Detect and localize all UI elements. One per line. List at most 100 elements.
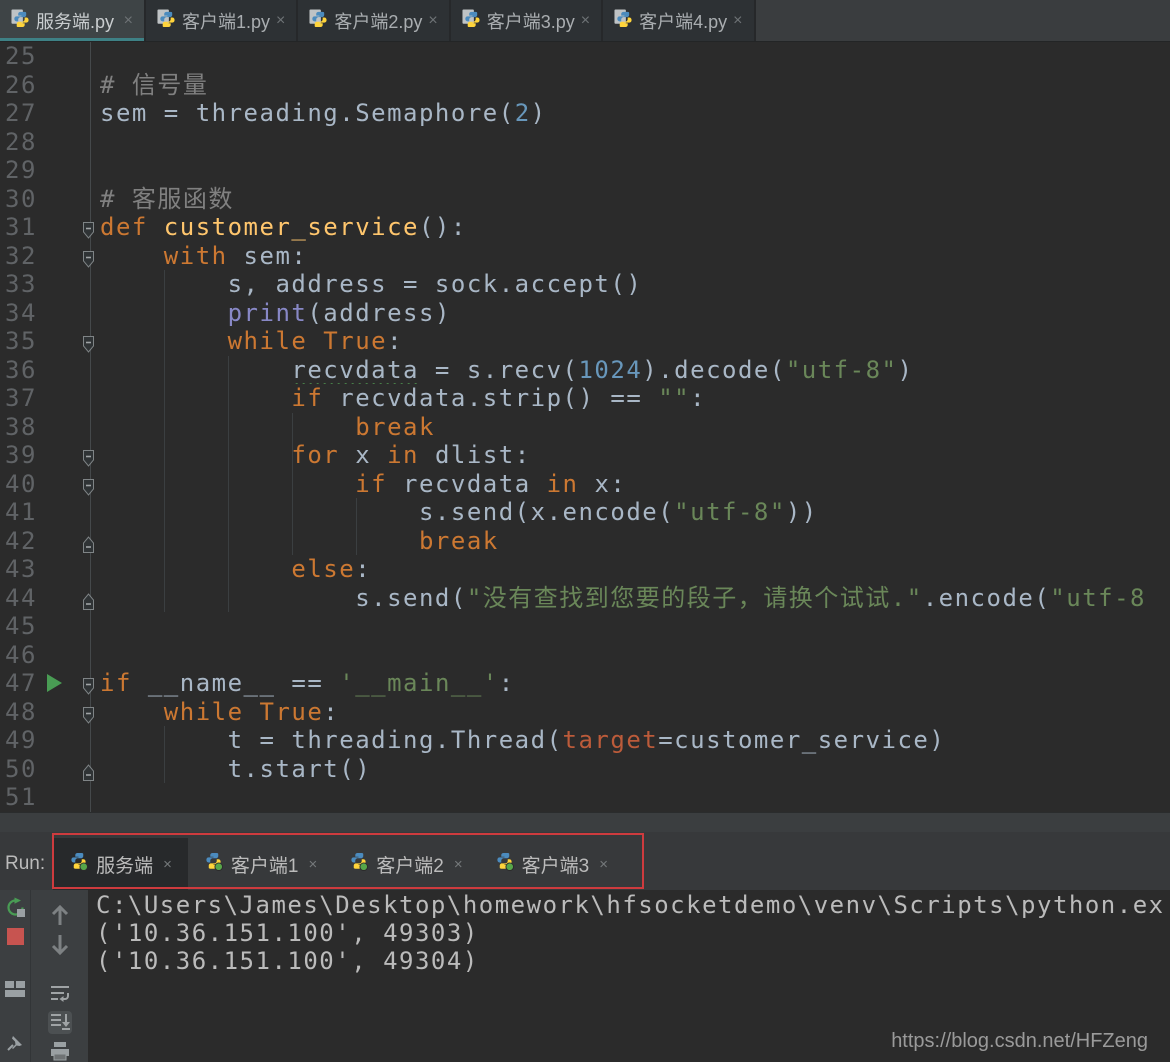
fold-start-icon[interactable] [81, 218, 96, 237]
editor-tab[interactable]: 客户端4.py × [603, 0, 755, 41]
close-icon[interactable]: × [599, 856, 608, 873]
code-line[interactable]: 29 [0, 156, 1170, 185]
code-line[interactable]: 26# 信号量 [0, 71, 1170, 100]
code-line[interactable]: 35 while True: [0, 327, 1170, 356]
run-tab-label: 客户端1 [231, 851, 299, 878]
close-icon[interactable]: × [733, 12, 742, 30]
code-line[interactable]: 45 [0, 612, 1170, 641]
ide-window: 服务端.py×客户端1.py×客户端2.py×客户端3.py×客户端4.py× … [0, 0, 1170, 1062]
editor-tab[interactable]: 服务端.py × [0, 0, 146, 41]
code-line[interactable]: 34 print(address) [0, 299, 1170, 328]
python-run-icon [69, 852, 88, 877]
fold-start-icon[interactable] [81, 446, 96, 465]
editor-tab-label: 客户端1.py [182, 8, 270, 34]
code-line[interactable]: 49 t = threading.Thread(target=customer_… [0, 726, 1170, 755]
indent-guide [164, 726, 165, 783]
run-line-icon[interactable] [44, 672, 64, 694]
scroll-to-end-icon[interactable] [48, 1011, 72, 1033]
line-number: 30 [0, 185, 56, 214]
code-line[interactable]: 47if __name__ == '__main__': [0, 669, 1170, 698]
code-line[interactable]: 46 [0, 641, 1170, 670]
editor-tab[interactable]: 客户端3.py× [451, 0, 603, 41]
down-arrow-icon[interactable] [48, 933, 72, 957]
console-line: ('10.36.151.100', 49303) [96, 919, 1170, 947]
run-panel-header: Run: 服务端× 客户端1 × 客户端2 × 客户端3 × [0, 832, 1170, 890]
line-number: 32 [0, 242, 56, 271]
fold-start-icon[interactable] [81, 332, 96, 351]
pin-icon[interactable] [3, 1033, 27, 1053]
run-toolbar-right [30, 890, 88, 1062]
code-line[interactable]: 30# 客服函数 [0, 185, 1170, 214]
code-line[interactable]: 40 if recvdata in x: [0, 470, 1170, 499]
code-line[interactable]: 39 for x in dlist: [0, 441, 1170, 470]
line-number: 44 [0, 584, 56, 613]
line-number: 50 [0, 755, 56, 784]
line-number: 35 [0, 327, 56, 356]
close-icon[interactable]: × [428, 12, 437, 30]
code-line[interactable]: 33 s, address = sock.accept() [0, 270, 1170, 299]
editor[interactable]: 2526# 信号量27sem = threading.Semaphore(2)2… [0, 42, 1170, 812]
code-line[interactable]: 27sem = threading.Semaphore(2) [0, 99, 1170, 128]
code-line[interactable]: 31def customer_service(): [0, 213, 1170, 242]
code-line[interactable]: 44 s.send("没有查找到您要的段子，请换个试试.".encode("ut… [0, 584, 1170, 613]
stop-icon[interactable] [3, 928, 27, 945]
restore-layout-icon[interactable] [3, 979, 27, 999]
code-line[interactable]: 32 with sem: [0, 242, 1170, 271]
editor-tab-label: 客户端4.py [639, 8, 727, 34]
rerun-icon[interactable] [3, 897, 27, 918]
line-number: 37 [0, 384, 56, 413]
console-line: C:\Users\James\Desktop\homework\hfsocket… [96, 891, 1170, 919]
editor-tab[interactable]: 客户端2.py× [298, 0, 450, 41]
python-run-icon [495, 852, 514, 877]
up-arrow-icon[interactable] [48, 903, 72, 927]
console-line: ('10.36.151.100', 49304) [96, 947, 1170, 975]
editor-tab-label: 服务端.py [36, 8, 114, 34]
close-icon[interactable]: × [124, 12, 133, 30]
line-number: 36 [0, 356, 56, 385]
print-icon[interactable] [48, 1040, 72, 1062]
soft-wrap-icon[interactable] [48, 983, 72, 1005]
line-number: 40 [0, 470, 56, 499]
code-line[interactable]: 43 else: [0, 555, 1170, 584]
run-label: Run: [0, 853, 53, 890]
indent-guide [228, 356, 229, 612]
code-line[interactable]: 51 [0, 783, 1170, 812]
code-line[interactable]: 48 while True: [0, 698, 1170, 727]
line-number: 42 [0, 527, 56, 556]
fold-end-icon[interactable] [81, 589, 96, 608]
run-tab-label: 客户端3 [522, 851, 590, 878]
close-icon[interactable]: × [163, 856, 172, 873]
run-tab[interactable]: 服务端× [53, 838, 188, 890]
editor-tab-bar: 服务端.py×客户端1.py×客户端2.py×客户端3.py×客户端4.py× [0, 0, 1170, 42]
run-tab-bar: 服务端× 客户端1 × 客户端2 × 客户端3 × [53, 838, 624, 890]
close-icon[interactable]: × [276, 12, 285, 30]
fold-end-icon[interactable] [81, 532, 96, 551]
run-tab[interactable]: 客户端2 × [333, 838, 478, 890]
line-number: 39 [0, 441, 56, 470]
code-line[interactable]: 50 t.start() [0, 755, 1170, 784]
close-icon[interactable]: × [581, 12, 590, 30]
fold-end-icon[interactable] [81, 760, 96, 779]
fold-start-icon[interactable] [81, 674, 96, 693]
close-icon[interactable]: × [454, 856, 463, 873]
code-line[interactable]: 42 break [0, 527, 1170, 556]
line-number: 38 [0, 413, 56, 442]
run-tab-label: 客户端2 [376, 851, 444, 878]
fold-start-icon[interactable] [81, 247, 96, 266]
code-line[interactable]: 41 s.send(x.encode("utf-8")) [0, 498, 1170, 527]
code-line[interactable]: 36 recvdata = s.recv(1024).decode("utf-8… [0, 356, 1170, 385]
splitter[interactable] [0, 812, 1170, 832]
code-line[interactable]: 28 [0, 128, 1170, 157]
run-tab[interactable]: 客户端3 × [479, 838, 624, 890]
fold-start-icon[interactable] [81, 703, 96, 722]
editor-tab[interactable]: 客户端1.py × [146, 0, 298, 41]
fold-start-icon[interactable] [81, 475, 96, 494]
line-number: 28 [0, 128, 56, 157]
code-line[interactable]: 38 break [0, 413, 1170, 442]
line-number: 51 [0, 783, 56, 812]
code-line[interactable]: 25 [0, 42, 1170, 71]
code-line[interactable]: 37 if recvdata.strip() == "": [0, 384, 1170, 413]
close-icon[interactable]: × [309, 856, 318, 873]
line-number: 33 [0, 270, 56, 299]
run-tab[interactable]: 客户端1 × [188, 838, 333, 890]
